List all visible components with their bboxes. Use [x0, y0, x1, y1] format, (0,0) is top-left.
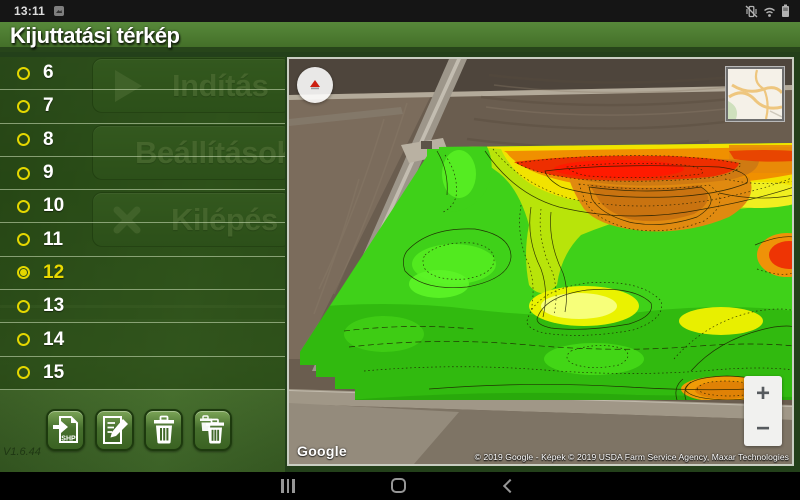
shp-export-button[interactable]: SHP	[46, 409, 85, 451]
rate-option-14[interactable]: 14	[0, 323, 285, 356]
map-panel: + − Google © 2019 Google - Képek © 2019 …	[287, 57, 794, 466]
back-icon[interactable]	[503, 479, 517, 493]
rate-option-8[interactable]: 8	[0, 124, 285, 157]
radio-icon	[17, 333, 30, 346]
rate-list: 6 7 8 9 10 11	[0, 57, 285, 390]
radio-icon	[17, 233, 30, 246]
rate-option-11[interactable]: 11	[0, 223, 285, 256]
delete-all-icon	[199, 415, 227, 445]
rate-option-9[interactable]: 9	[0, 157, 285, 190]
zoom-out-button[interactable]: −	[744, 411, 782, 446]
notification-icon	[53, 5, 65, 17]
rate-option-10[interactable]: 10	[0, 190, 285, 223]
app-version: V1.6.44	[3, 446, 41, 458]
clock: 13:11	[14, 4, 45, 18]
rate-option-6[interactable]: 6	[0, 57, 285, 90]
delete-button[interactable]	[144, 409, 183, 451]
zoom-in-button[interactable]: +	[744, 376, 782, 411]
edit-map-button[interactable]	[95, 409, 134, 451]
home-icon[interactable]	[391, 478, 406, 493]
map-toolbar: SHP	[46, 409, 232, 451]
locate-vehicle-button[interactable]	[297, 67, 333, 103]
zoom-control: + −	[744, 376, 782, 446]
battery-icon	[781, 4, 790, 18]
delete-all-button[interactable]	[193, 409, 232, 451]
svg-text:SHP: SHP	[61, 436, 76, 443]
recents-icon[interactable]	[281, 479, 295, 493]
status-icons	[745, 0, 790, 22]
edit-note-icon	[101, 415, 129, 445]
rate-option-13[interactable]: 13	[0, 290, 285, 323]
android-nav-bar	[0, 472, 800, 500]
vehicle-marker-icon	[308, 79, 322, 91]
google-logo: Google	[297, 443, 347, 459]
radio-icon	[17, 67, 30, 80]
page-title: Kijuttatási térkép	[10, 23, 180, 49]
status-bar: 13:11	[0, 0, 800, 22]
minimap-overview[interactable]	[726, 67, 784, 121]
radio-selected-icon	[17, 266, 30, 279]
shp-export-icon: SHP	[52, 415, 80, 445]
radio-icon	[17, 100, 30, 113]
minimap-roads	[728, 69, 782, 119]
delete-icon	[151, 415, 177, 445]
radio-icon	[17, 366, 30, 379]
vibrate-icon	[745, 5, 758, 18]
rate-option-15[interactable]: 15	[0, 357, 285, 390]
radio-icon	[17, 200, 30, 213]
map-attribution: © 2019 Google - Képek © 2019 USDA Farm S…	[475, 452, 789, 462]
wifi-icon	[763, 5, 776, 18]
rate-option-12-selected[interactable]: 12	[0, 257, 285, 290]
map-canvas[interactable]	[289, 59, 792, 464]
app-screen: 13:11 Kijuttatási térkép	[0, 0, 800, 500]
radio-icon	[17, 300, 30, 313]
radio-icon	[17, 167, 30, 180]
radio-icon	[17, 133, 30, 146]
rate-option-7[interactable]: 7	[0, 90, 285, 123]
header-bar: Kijuttatási térkép	[0, 22, 800, 52]
